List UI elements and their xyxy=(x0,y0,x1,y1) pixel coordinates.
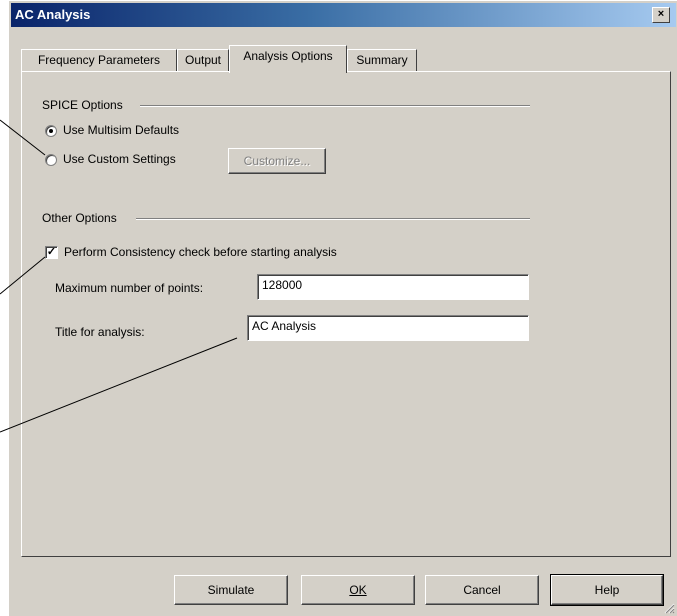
window-title: AC Analysis xyxy=(15,7,91,22)
customize-button[interactable]: Customize... xyxy=(228,148,326,174)
check-icon: ✓ xyxy=(46,246,57,258)
simulate-button[interactable]: Simulate xyxy=(174,575,288,605)
spice-options-label: SPICE Options xyxy=(42,98,129,112)
customize-label: Customize... xyxy=(243,154,311,168)
simulate-label: Simulate xyxy=(207,583,255,597)
tab-label: Analysis Options xyxy=(243,49,333,63)
title-label: Title for analysis: xyxy=(55,325,145,339)
cancel-label: Cancel xyxy=(463,583,501,597)
tab-panel: SPICE Options Use Multisim Defaults Use … xyxy=(21,71,671,557)
tab-output[interactable]: Output xyxy=(177,49,229,71)
consistency-checkbox[interactable]: ✓ xyxy=(45,246,58,259)
cancel-button[interactable]: Cancel xyxy=(425,575,539,605)
max-points-label: Maximum number of points: xyxy=(55,281,204,295)
group-divider xyxy=(140,105,530,107)
ok-label: OK xyxy=(349,583,367,597)
tab-frequency-parameters[interactable]: Frequency Parameters xyxy=(21,49,177,71)
ok-button[interactable]: OK xyxy=(301,575,415,605)
use-custom-radio[interactable] xyxy=(45,154,57,166)
tab-label: Summary xyxy=(356,53,408,67)
title-bar[interactable]: AC Analysis × xyxy=(11,3,676,27)
other-options-label: Other Options xyxy=(42,211,123,225)
consistency-label[interactable]: Perform Consistency check before startin… xyxy=(64,245,337,259)
tab-summary[interactable]: Summary xyxy=(347,49,417,71)
tab-analysis-options[interactable]: Analysis Options xyxy=(229,45,347,73)
title-input[interactable]: AC Analysis xyxy=(247,315,529,341)
tab-label: Frequency Parameters xyxy=(37,53,161,67)
use-defaults-label[interactable]: Use Multisim Defaults xyxy=(63,123,179,137)
use-defaults-radio[interactable] xyxy=(45,125,57,137)
tab-label: Output xyxy=(184,53,222,67)
help-button[interactable]: Help xyxy=(550,574,664,606)
use-custom-label[interactable]: Use Custom Settings xyxy=(63,152,176,166)
help-label: Help xyxy=(594,583,620,597)
ac-analysis-dialog: AC Analysis × Frequency Parameters Outpu… xyxy=(8,0,677,616)
close-button[interactable]: × xyxy=(652,7,670,23)
resize-grip-icon[interactable] xyxy=(663,602,675,614)
close-icon: × xyxy=(657,8,665,20)
max-points-input[interactable]: 128000 xyxy=(257,274,529,300)
group-divider xyxy=(136,218,530,220)
